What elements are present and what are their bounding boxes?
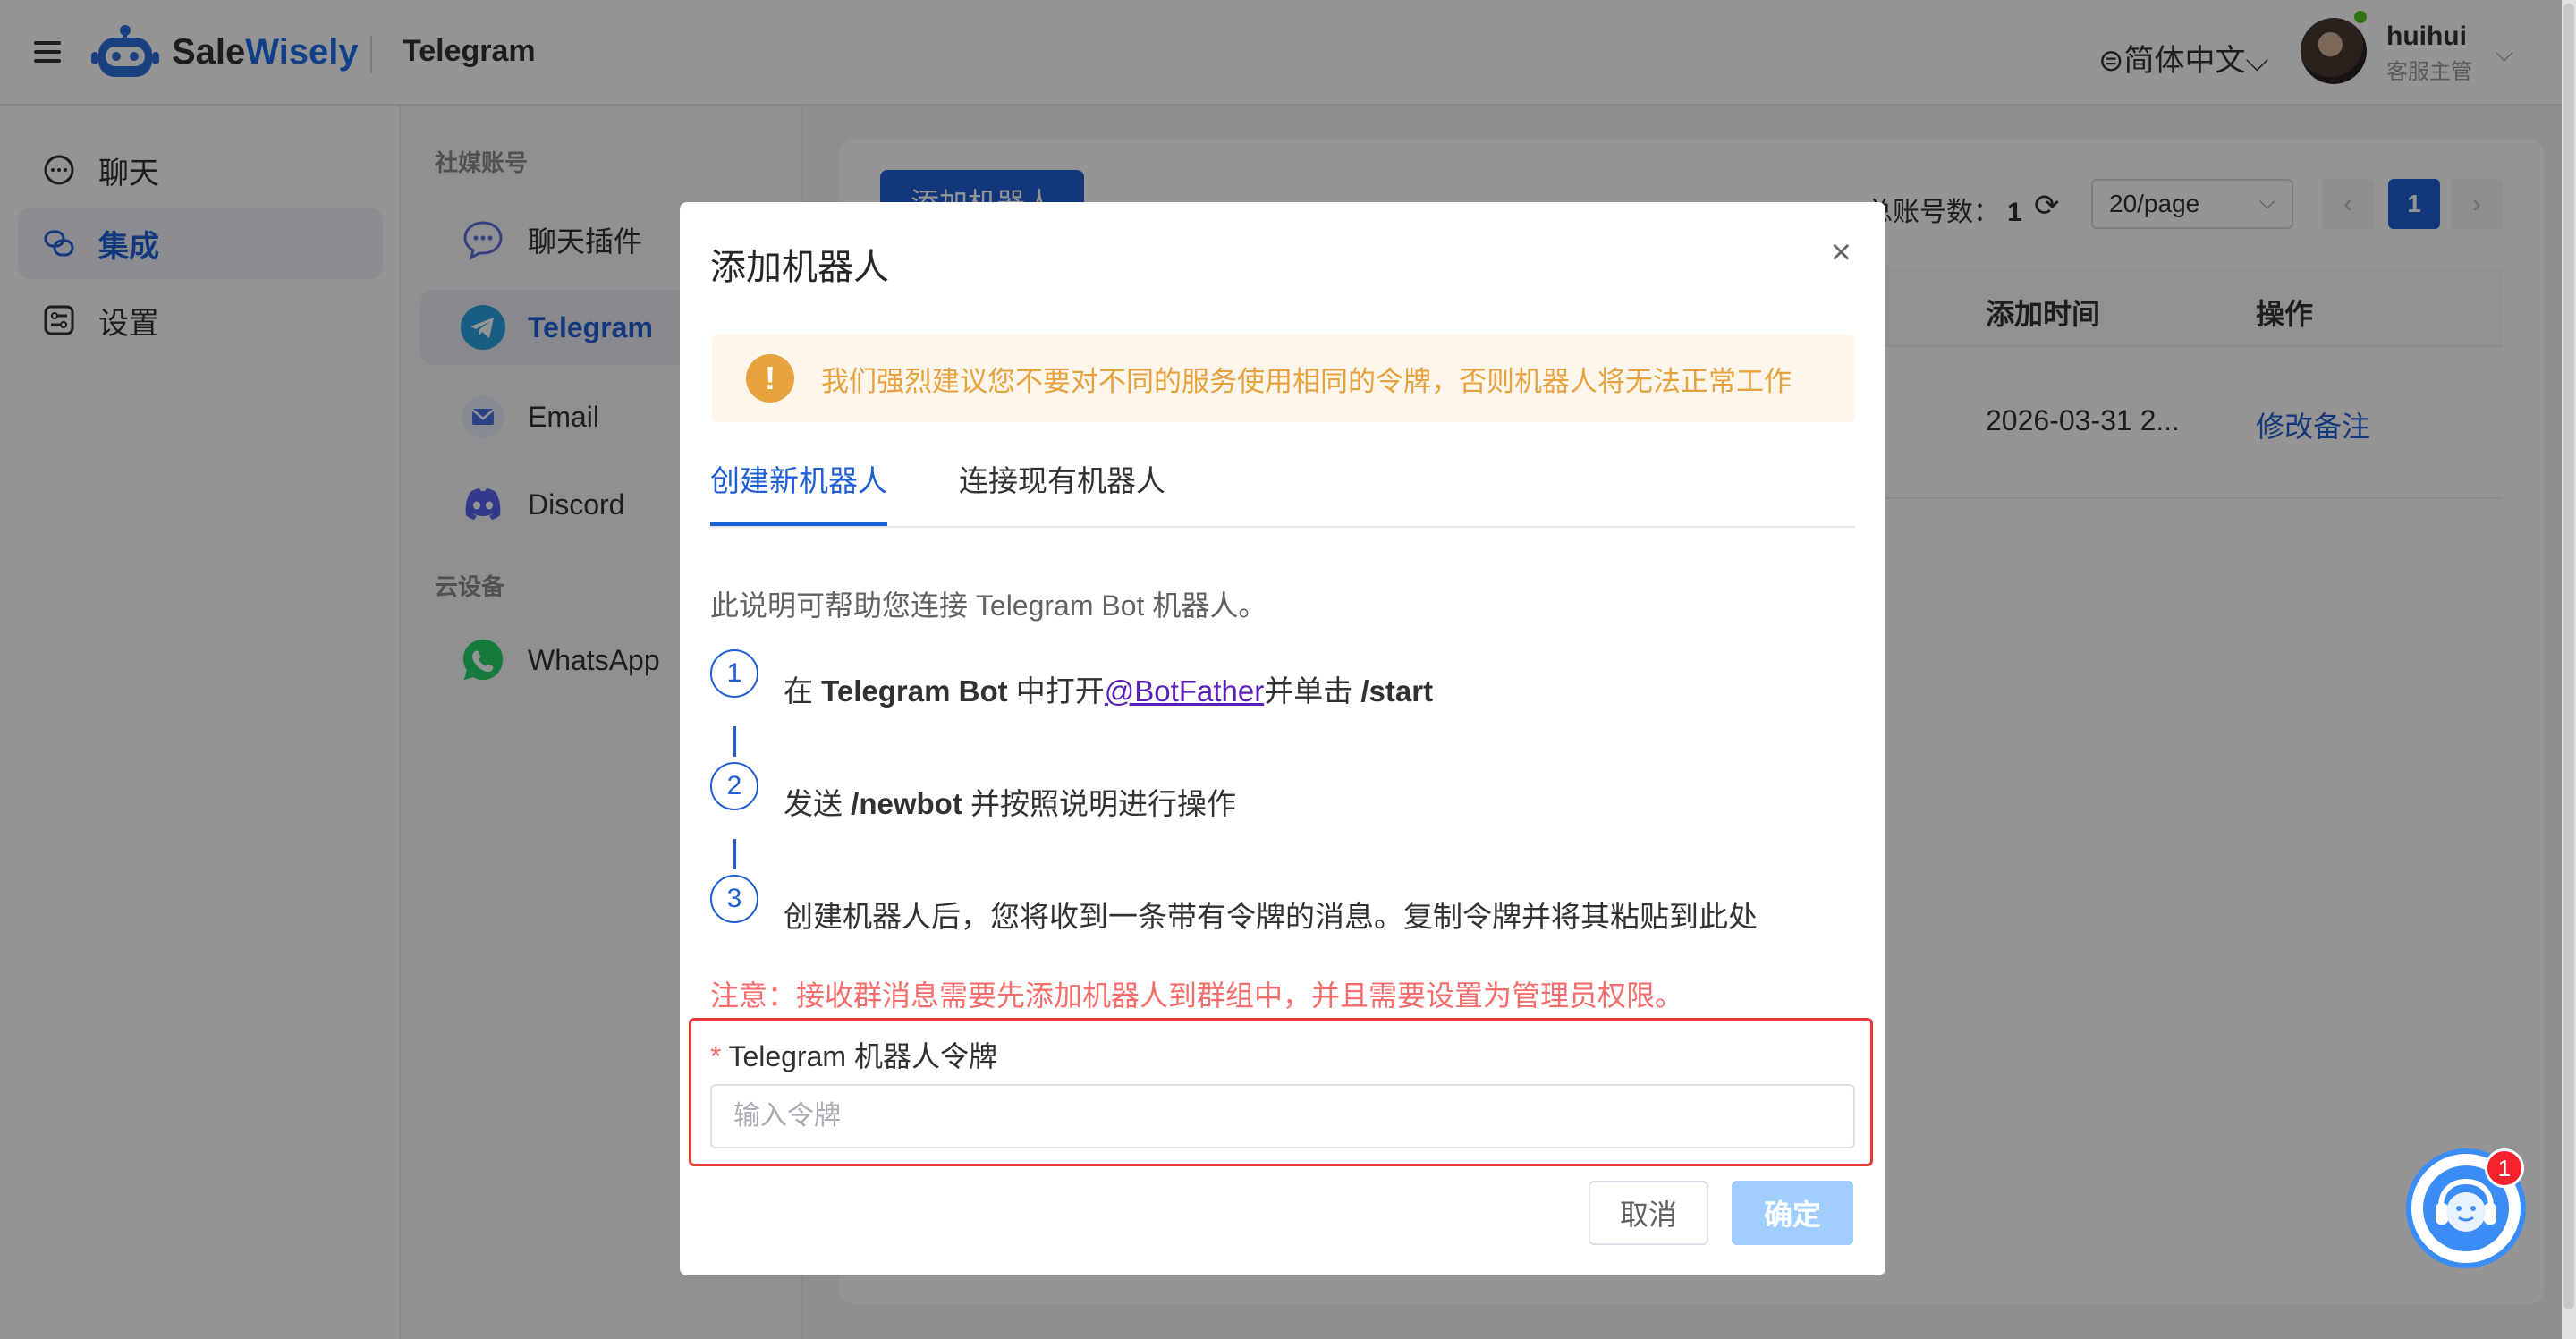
- instructions-description: 此说明可帮助您连接 Telegram Bot 机器人。: [710, 589, 1267, 622]
- tab-connect-existing-bot[interactable]: 连接现有机器人: [959, 454, 1165, 526]
- step-text: 在 Telegram Bot 中打开@BotFather并单击 /start: [784, 674, 1434, 708]
- warning-icon: !: [746, 354, 794, 403]
- token-field-label: * Telegram 机器人令牌: [710, 1040, 997, 1072]
- cancel-button[interactable]: 取消: [1589, 1181, 1708, 1245]
- scrollbar-thumb[interactable]: [2563, 4, 2574, 1309]
- admin-permission-note: 注意：接收群消息需要先添加机器人到群组中，并且需要设置为管理员权限。: [710, 979, 1684, 1012]
- tab-create-new-bot[interactable]: 创建新机器人: [710, 454, 887, 526]
- add-bot-dialog: 添加机器人 × ! 我们强烈建议您不要对不同的服务使用相同的令牌，否则机器人将无…: [680, 202, 1885, 1275]
- close-icon[interactable]: ×: [1831, 234, 1852, 270]
- notification-badge: 1: [2485, 1148, 2524, 1188]
- warning-alert: ! 我们强烈建议您不要对不同的服务使用相同的令牌，否则机器人将无法正常工作: [712, 335, 1855, 422]
- step-text: 创建机器人后，您将收到一条带有令牌的消息。复制令牌并将其粘贴到此处: [784, 900, 1758, 933]
- step-number: 2: [710, 762, 758, 810]
- botfather-link[interactable]: @BotFather: [1105, 674, 1264, 708]
- step-number: 1: [710, 649, 758, 698]
- dialog-title: 添加机器人: [710, 248, 889, 287]
- confirm-button[interactable]: 确定: [1732, 1181, 1853, 1245]
- dialog-tabs: 创建新机器人 连接现有机器人: [710, 454, 1855, 528]
- token-input[interactable]: [710, 1084, 1855, 1148]
- step-number: 3: [710, 875, 758, 923]
- step-text: 发送 /newbot 并按照说明进行操作: [784, 787, 1236, 820]
- step-connector: [733, 839, 736, 869]
- step-connector: [733, 726, 736, 757]
